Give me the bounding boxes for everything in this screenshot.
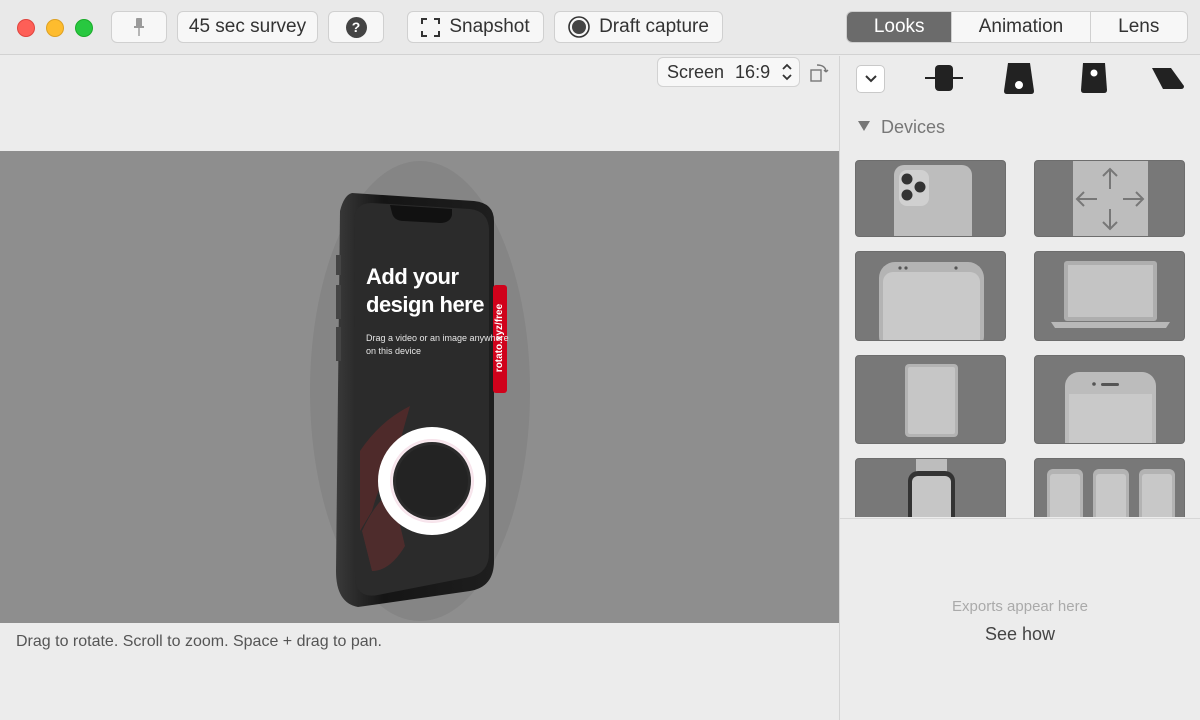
device-subtext: Drag a video or an image anywhere on thi… bbox=[366, 332, 509, 358]
aspect-label: 16:9 bbox=[735, 61, 771, 82]
canvas-hint: Drag to rotate. Scroll to zoom. Space + … bbox=[16, 633, 382, 650]
device-tile-watch[interactable] bbox=[855, 458, 1006, 517]
device-menu-button[interactable] bbox=[856, 65, 885, 93]
minimize-window-button[interactable] bbox=[46, 19, 64, 37]
device-tile-phone-front[interactable] bbox=[855, 251, 1006, 341]
snapshot-icon bbox=[421, 17, 441, 37]
pin-button[interactable] bbox=[111, 11, 167, 43]
tablet-thumb bbox=[905, 364, 958, 437]
mode-tabs: Looks Animation Lens bbox=[846, 11, 1188, 43]
see-how-link[interactable]: See how bbox=[840, 624, 1200, 645]
exports-area: Exports appear here See how bbox=[840, 518, 1200, 720]
phone-side-view-icon[interactable] bbox=[925, 63, 963, 93]
device-tile-phone-trio[interactable] bbox=[1034, 458, 1185, 517]
disclosure-triangle-icon[interactable] bbox=[858, 121, 870, 131]
survey-button[interactable]: 45 sec survey bbox=[177, 11, 318, 43]
toolbar: 45 sec survey ? Snapshot Draft capture L… bbox=[0, 0, 1200, 55]
device-canvas[interactable]: Add your design here Drag a video or an … bbox=[0, 151, 839, 623]
tab-looks[interactable]: Looks bbox=[847, 12, 953, 42]
laptop-thumb bbox=[1051, 261, 1170, 328]
tab-lens[interactable]: Lens bbox=[1091, 12, 1187, 42]
device-subtext-line1: Drag a video or an image anywhere bbox=[366, 333, 509, 343]
phone-classic-thumb bbox=[1065, 372, 1156, 443]
device-tile-laptop[interactable] bbox=[1034, 251, 1185, 341]
chevron-down-icon bbox=[864, 75, 877, 83]
device-headline: Add your design here bbox=[366, 263, 484, 319]
phone-device-render[interactable] bbox=[0, 151, 839, 623]
device-tile-phone-classic[interactable] bbox=[1034, 355, 1185, 444]
device-grid bbox=[840, 156, 1200, 517]
phone-back-thumb bbox=[894, 165, 972, 236]
phone-trio-thumb bbox=[1047, 469, 1175, 517]
move-arrows-icon bbox=[1073, 161, 1148, 236]
device-tile-phone-back[interactable] bbox=[855, 160, 1006, 237]
tab-animation[interactable]: Animation bbox=[952, 12, 1091, 42]
help-button[interactable]: ? bbox=[328, 11, 384, 43]
chevron-updown-icon bbox=[782, 63, 792, 81]
rotate-orientation-icon[interactable] bbox=[809, 61, 831, 83]
phone-flat-icon[interactable] bbox=[1151, 66, 1185, 90]
device-subtext-line2: on this device bbox=[366, 346, 422, 356]
phone-front-thumb bbox=[879, 262, 984, 340]
exports-message: Exports appear here bbox=[952, 598, 1088, 615]
device-headline-line1: Add your bbox=[366, 264, 459, 289]
maximize-window-button[interactable] bbox=[75, 19, 93, 37]
draft-capture-button[interactable]: Draft capture bbox=[554, 11, 723, 43]
help-icon: ? bbox=[345, 16, 367, 38]
device-tile-custom-model[interactable] bbox=[1034, 160, 1185, 237]
device-tile-tablet[interactable] bbox=[855, 355, 1006, 444]
watermark-label[interactable]: rotato.xyz/free bbox=[493, 283, 507, 393]
pin-icon bbox=[134, 18, 144, 36]
screen-ratio-select[interactable]: Screen 16:9 bbox=[657, 57, 800, 87]
snapshot-button[interactable]: Snapshot bbox=[407, 11, 544, 43]
survey-label: 45 sec survey bbox=[188, 16, 307, 37]
phone-tilt-back-icon[interactable] bbox=[1080, 62, 1108, 94]
record-icon bbox=[568, 16, 590, 38]
phone-tilt-front-icon[interactable] bbox=[1003, 61, 1035, 95]
draft-capture-label: Draft capture bbox=[599, 16, 709, 37]
screen-label: Screen bbox=[667, 61, 725, 82]
close-window-button[interactable] bbox=[17, 19, 35, 37]
watch-thumb bbox=[908, 459, 955, 517]
device-headline-line2: design here bbox=[366, 292, 484, 317]
snapshot-label: Snapshot bbox=[449, 16, 530, 37]
devices-section-label[interactable]: Devices bbox=[881, 117, 945, 138]
